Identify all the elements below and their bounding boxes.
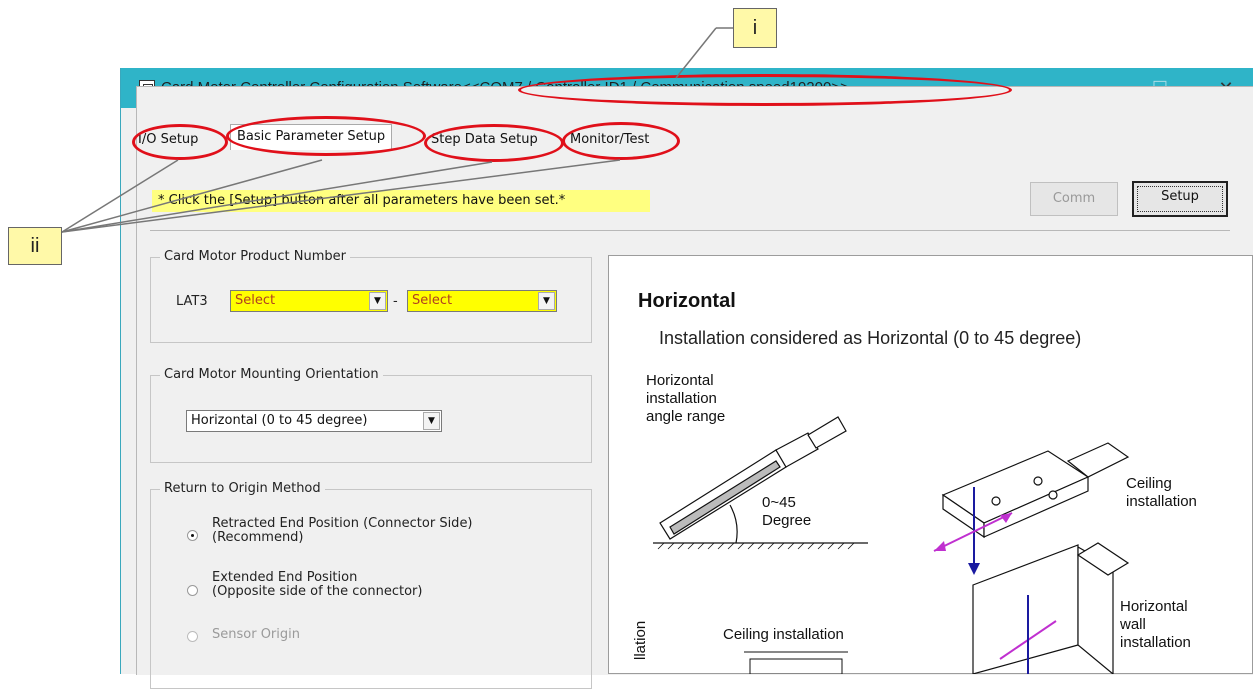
callout-leaders bbox=[61, 27, 733, 233]
